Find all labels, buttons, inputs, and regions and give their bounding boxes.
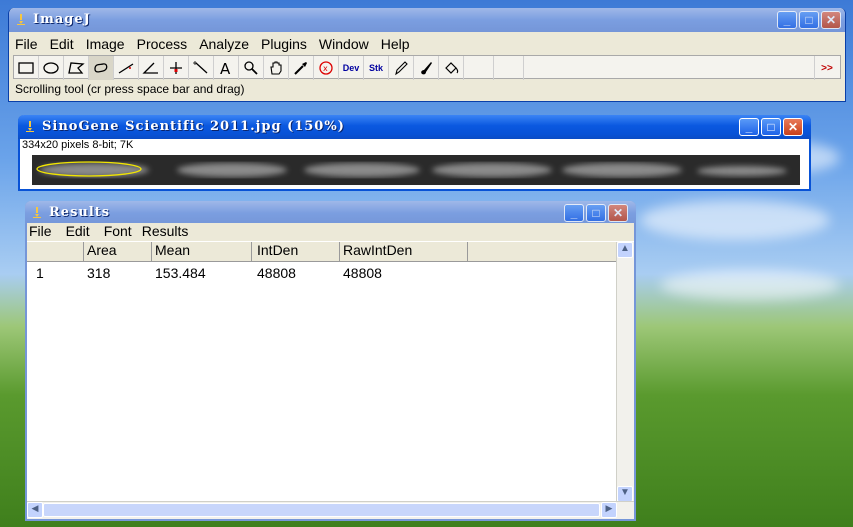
results-window-icon — [33, 207, 41, 218]
polygon-tool-icon[interactable] — [64, 56, 89, 80]
cloud — [640, 200, 830, 240]
maximize-button[interactable]: □ — [799, 11, 819, 29]
image-close-button[interactable]: ✕ — [783, 118, 803, 136]
results-title: Results — [49, 205, 111, 220]
cell-mean: 153.484 — [155, 265, 206, 281]
scroll-right-button[interactable]: ▶ — [601, 502, 617, 518]
desktop: { "imagej": { "title": "ImageJ", "menu":… — [0, 0, 853, 527]
flood-fill-icon[interactable] — [439, 56, 464, 80]
svg-text:x: x — [323, 64, 328, 73]
brush-tool-icon[interactable] — [414, 56, 439, 80]
cell-area: 318 — [87, 265, 111, 281]
scroll-thumb[interactable] — [43, 503, 600, 517]
pencil-tool-icon[interactable] — [389, 56, 414, 80]
line-tool-icon[interactable] — [114, 56, 139, 80]
vertical-scrollbar[interactable]: ▲ ▼ — [616, 242, 634, 502]
blank-tool-1[interactable] — [464, 56, 494, 80]
imagej-window: ImageJ _ □ ✕ File Edit Image Process Analyze… — [8, 8, 846, 102]
scroll-down-button[interactable]: ▼ — [617, 486, 633, 502]
results-titlebar[interactable]: Results _ □ ✕ — [25, 201, 636, 225]
image-window: SinoGene Scientific 2011.jpg (150%) _ □ … — [18, 115, 811, 191]
menu-edit[interactable]: Edit — [50, 36, 74, 52]
results-minimize-button[interactable]: _ — [564, 204, 584, 222]
scroll-up-button[interactable]: ▲ — [617, 242, 633, 258]
results-menu-edit[interactable]: Edit — [66, 223, 90, 239]
menu-help[interactable]: Help — [381, 36, 410, 52]
stk-menu-icon[interactable]: Stk — [364, 56, 389, 80]
image-minimize-button[interactable]: _ — [739, 118, 759, 136]
toolbar: A x Dev Stk >> — [13, 55, 841, 80]
freehand-tool-icon[interactable] — [89, 56, 114, 80]
menu-file[interactable]: File — [15, 36, 38, 52]
imagej-title: ImageJ — [33, 12, 91, 27]
image-window-icon — [26, 121, 34, 132]
menu-analyze[interactable]: Analyze — [199, 36, 249, 52]
cloud — [660, 270, 840, 300]
results-menu-font[interactable]: Font — [104, 223, 132, 239]
results-table-header: Area Mean IntDen RawIntDen — [27, 242, 619, 262]
image-window-title: SinoGene Scientific 2011.jpg (150%) — [42, 119, 345, 134]
menu-plugins[interactable]: Plugins — [261, 36, 307, 52]
cell-rawintden: 48808 — [343, 265, 382, 281]
color-picker-icon[interactable] — [289, 56, 314, 80]
results-menu-results[interactable]: Results — [142, 223, 189, 239]
rectangle-tool-icon[interactable] — [14, 56, 39, 80]
blank-tool-2[interactable] — [494, 56, 524, 80]
imagej-titlebar[interactable]: ImageJ _ □ ✕ — [9, 8, 845, 32]
column-header-index[interactable] — [27, 242, 84, 261]
gel-image[interactable] — [32, 155, 800, 185]
svg-text:A: A — [220, 60, 231, 77]
more-tools-icon[interactable]: >> — [814, 56, 839, 80]
row-index: 1 — [36, 265, 44, 281]
status-text: Scrolling tool (cr press space bar and d… — [15, 82, 245, 96]
horizontal-scrollbar[interactable]: ◀ ▶ — [27, 501, 634, 519]
dev-menu-icon[interactable]: Dev — [339, 56, 364, 80]
image-window-titlebar[interactable]: SinoGene Scientific 2011.jpg (150%) _ □ … — [18, 115, 811, 139]
results-window: Results _ □ ✕ File Edit Font Results Area M… — [25, 201, 636, 521]
minimize-button[interactable]: _ — [777, 11, 797, 29]
column-header-rawintden[interactable]: RawIntDen — [343, 242, 468, 261]
stop-icon[interactable]: x — [314, 56, 339, 80]
image-maximize-button[interactable]: □ — [761, 118, 781, 136]
column-header-area[interactable]: Area — [87, 242, 152, 261]
text-tool-icon[interactable]: A — [214, 56, 239, 80]
cell-intden: 48808 — [257, 265, 296, 281]
imagej-menubar: File Edit Image Process Analyze Plugins Window… — [15, 36, 845, 52]
close-button[interactable]: ✕ — [821, 11, 841, 29]
magnifier-tool-icon[interactable] — [239, 56, 264, 80]
column-header-intden[interactable]: IntDen — [257, 242, 340, 261]
results-menubar: File Edit Font Results — [27, 223, 634, 241]
menu-process[interactable]: Process — [137, 36, 188, 52]
results-menu-file[interactable]: File — [29, 223, 52, 239]
oval-tool-icon[interactable] — [39, 56, 64, 80]
results-close-button[interactable]: ✕ — [608, 204, 628, 222]
scroll-tool-icon[interactable] — [264, 56, 289, 80]
imagej-microscope-icon — [17, 14, 25, 25]
point-tool-icon[interactable] — [164, 56, 189, 80]
image-info: 334x20 pixels 8-bit; 7K — [22, 139, 134, 151]
angle-tool-icon[interactable] — [139, 56, 164, 80]
column-header-mean[interactable]: Mean — [155, 242, 252, 261]
menu-image[interactable]: Image — [86, 36, 125, 52]
menu-window[interactable]: Window — [319, 36, 369, 52]
wand-tool-icon[interactable] — [189, 56, 214, 80]
results-maximize-button[interactable]: □ — [586, 204, 606, 222]
table-row[interactable]: 1 318 153.484 48808 48808 — [27, 265, 619, 283]
scroll-left-button[interactable]: ◀ — [27, 502, 43, 518]
